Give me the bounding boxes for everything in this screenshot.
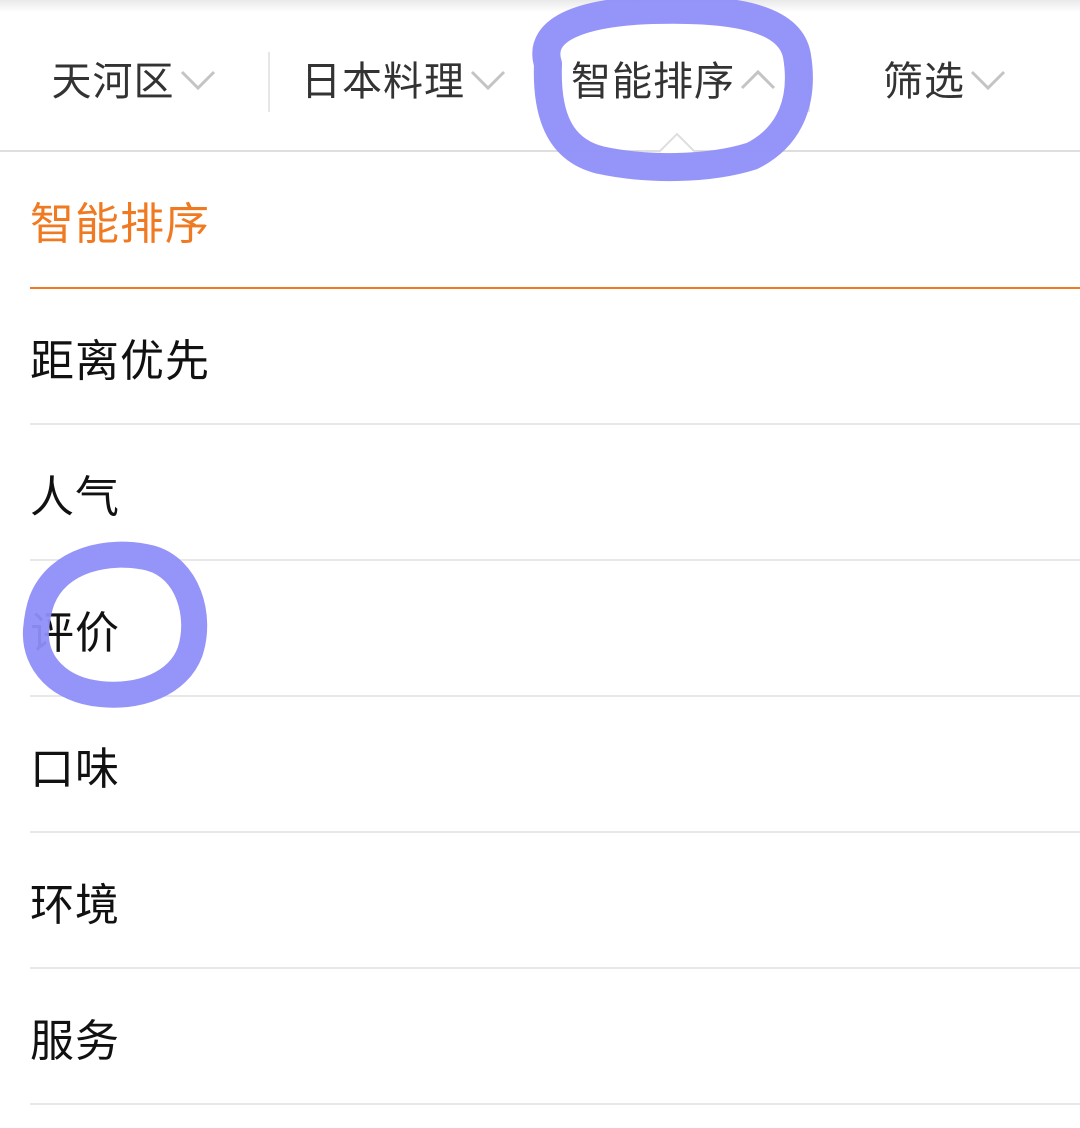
dropdown-pointer-icon <box>659 132 695 153</box>
sort-option-smart[interactable]: 智能排序 <box>30 152 1080 288</box>
chevron-down-icon <box>179 68 217 96</box>
sort-option-rating[interactable]: 评价 <box>30 561 1080 697</box>
sort-option-service[interactable]: 服务 <box>30 969 1080 1105</box>
chevron-up-icon <box>739 68 777 96</box>
filter-bar: 天河区 日本料理 智能排序 筛选 <box>0 12 1080 151</box>
top-edge-shadow <box>0 0 1080 12</box>
menu-separator <box>30 1103 1080 1105</box>
filter-tab-sort-label: 智能排序 <box>571 58 735 105</box>
sort-option-taste[interactable]: 口味 <box>30 697 1080 833</box>
chevron-down-icon <box>969 68 1007 96</box>
filter-tab-filter[interactable]: 筛选 <box>810 12 1080 151</box>
filter-tab-filter-label: 筛选 <box>883 58 965 105</box>
sort-option-environment[interactable]: 环境 <box>30 833 1080 969</box>
chevron-down-icon <box>469 68 507 96</box>
filter-tab-district[interactable]: 天河区 <box>0 12 268 151</box>
sort-option-popularity[interactable]: 人气 <box>30 425 1080 561</box>
filter-tab-cuisine[interactable]: 日本料理 <box>270 12 538 151</box>
filter-tab-cuisine-label: 日本料理 <box>301 58 465 105</box>
filter-tab-district-label: 天河区 <box>51 58 175 105</box>
sort-option-distance[interactable]: 距离优先 <box>30 289 1080 425</box>
